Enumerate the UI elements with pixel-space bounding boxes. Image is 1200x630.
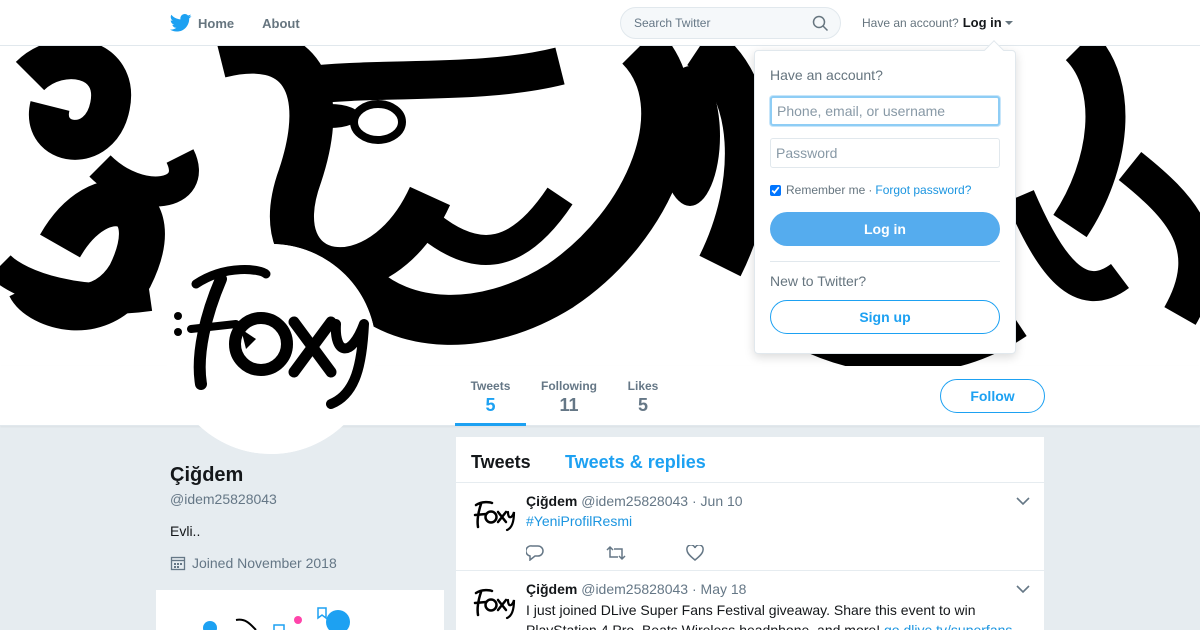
nav-home[interactable]: Home xyxy=(170,14,234,32)
tweet-avatar[interactable] xyxy=(468,579,516,627)
divider xyxy=(770,261,1000,262)
profile-handle[interactable]: @idem25828043 xyxy=(170,491,277,507)
stat-following-value: 11 xyxy=(559,395,579,415)
nav-about[interactable]: About xyxy=(262,16,300,31)
like-action[interactable] xyxy=(686,544,766,566)
timeline: Tweets Tweets & replies Çiğdem @idem2582… xyxy=(456,437,1044,630)
username-input[interactable] xyxy=(770,96,1000,126)
tweet-link[interactable]: go.dlive.tv/superfans xyxy=(884,622,1012,630)
remember-label[interactable]: Remember me xyxy=(786,183,865,197)
reply-action[interactable] xyxy=(525,545,606,566)
nav-home-label: Home xyxy=(198,15,235,31)
timeline-tabs: Tweets Tweets & replies xyxy=(456,437,1044,483)
top-navigation: Home About Search Twitter Have an accoun… xyxy=(0,0,1200,46)
tweet-avatar[interactable] xyxy=(468,491,516,539)
twitter-bird-icon xyxy=(170,14,192,32)
tweet-date[interactable]: · May 18 xyxy=(692,581,746,597)
caret-down-icon xyxy=(1004,20,1013,25)
nav-about-label: About xyxy=(262,15,300,31)
login-heading: Have an account? xyxy=(770,67,883,83)
heart-icon[interactable] xyxy=(686,544,704,561)
tab-tweets[interactable]: Tweets xyxy=(471,452,531,473)
stat-following-label: Following xyxy=(541,379,597,393)
profile-name: Çiğdem xyxy=(170,464,244,486)
remember-row: Remember me · Forgot password? xyxy=(770,183,971,197)
reply-icon[interactable] xyxy=(525,545,544,562)
profile-joined-text: Joined November 2018 xyxy=(192,555,337,571)
media-thumbnail xyxy=(203,607,350,630)
signup-button[interactable]: Sign up xyxy=(770,300,1000,334)
tweet-author-handle[interactable]: @idem25828043 xyxy=(581,493,688,509)
search-input[interactable]: Search Twitter xyxy=(634,16,710,30)
foxy-logo-image xyxy=(473,588,516,620)
forgot-password-link[interactable]: Forgot password? xyxy=(875,183,971,197)
profile-joined: Joined November 2018 xyxy=(170,555,337,571)
tweet-text-cont: PlayStation 4 Pro, Beats Wireless headph… xyxy=(526,622,881,630)
remember-checkbox[interactable] xyxy=(770,184,781,196)
retweet-icon[interactable] xyxy=(606,545,626,561)
have-account-text: Have an account? xyxy=(862,15,959,30)
photos-videos-card[interactable] xyxy=(156,590,444,630)
stat-following[interactable]: Following 11 xyxy=(536,366,602,426)
foxy-logo-image xyxy=(166,244,376,454)
tab-tweets-replies[interactable]: Tweets & replies xyxy=(565,452,706,473)
tweet-author-handle[interactable]: @idem25828043 xyxy=(581,581,688,597)
account-menu[interactable]: Have an account? Log in xyxy=(862,15,1013,30)
login-button[interactable]: Log in xyxy=(770,212,1000,246)
calendar-icon xyxy=(170,556,186,571)
tweet-date[interactable]: · Jun 10 xyxy=(692,493,743,509)
stat-tweets-label: Tweets xyxy=(470,379,511,393)
tweet-author-name[interactable]: Çiğdem xyxy=(526,493,577,509)
tweet-header: Çiğdem @idem25828043 · May 18 xyxy=(526,581,746,597)
stat-tweets[interactable]: Tweets 5 xyxy=(455,366,526,426)
tweet-text: I just joined DLive Super Fans Festival … xyxy=(526,602,976,618)
tweet-item[interactable]: Çiğdem @idem25828043 · May 18 I just joi… xyxy=(456,571,1044,630)
separator-dot: · xyxy=(868,183,873,197)
login-dropdown: Have an account? Remember me · Forgot pa… xyxy=(754,40,1016,354)
tweet-actions xyxy=(525,544,766,566)
tweet-author-name[interactable]: Çiğdem xyxy=(526,581,577,597)
tweet-text-line-2: PlayStation 4 Pro, Beats Wireless headph… xyxy=(526,620,1026,630)
search-icon[interactable] xyxy=(812,15,829,32)
profile-avatar[interactable] xyxy=(166,244,376,454)
retweet-action[interactable] xyxy=(606,545,686,566)
password-input[interactable] xyxy=(770,138,1000,168)
stat-likes-value: 5 xyxy=(637,395,648,415)
hashtag-link[interactable]: #YeniProfilResmi xyxy=(526,513,632,529)
search-box[interactable]: Search Twitter xyxy=(620,7,841,39)
foxy-logo-image xyxy=(473,500,516,532)
stat-tweets-value: 5 xyxy=(485,395,496,415)
stat-likes[interactable]: Likes 5 xyxy=(622,366,664,426)
chevron-down-icon[interactable] xyxy=(1016,496,1030,506)
stat-likes-label: Likes xyxy=(627,379,659,393)
chevron-down-icon[interactable] xyxy=(1016,584,1030,594)
login-link[interactable]: Log in xyxy=(963,15,1002,30)
tweet-item[interactable]: Çiğdem @idem25828043 · Jun 10 #YeniProfi… xyxy=(456,483,1044,571)
follow-button[interactable]: Follow xyxy=(940,379,1045,413)
tweet-header: Çiğdem @idem25828043 · Jun 10 xyxy=(526,493,743,509)
new-to-twitter-text: New to Twitter? xyxy=(770,273,867,289)
tweet-text: #YeniProfilResmi xyxy=(526,511,1026,531)
nav-left: Home About xyxy=(170,0,328,46)
profile-bio: Evli.. xyxy=(170,523,201,539)
